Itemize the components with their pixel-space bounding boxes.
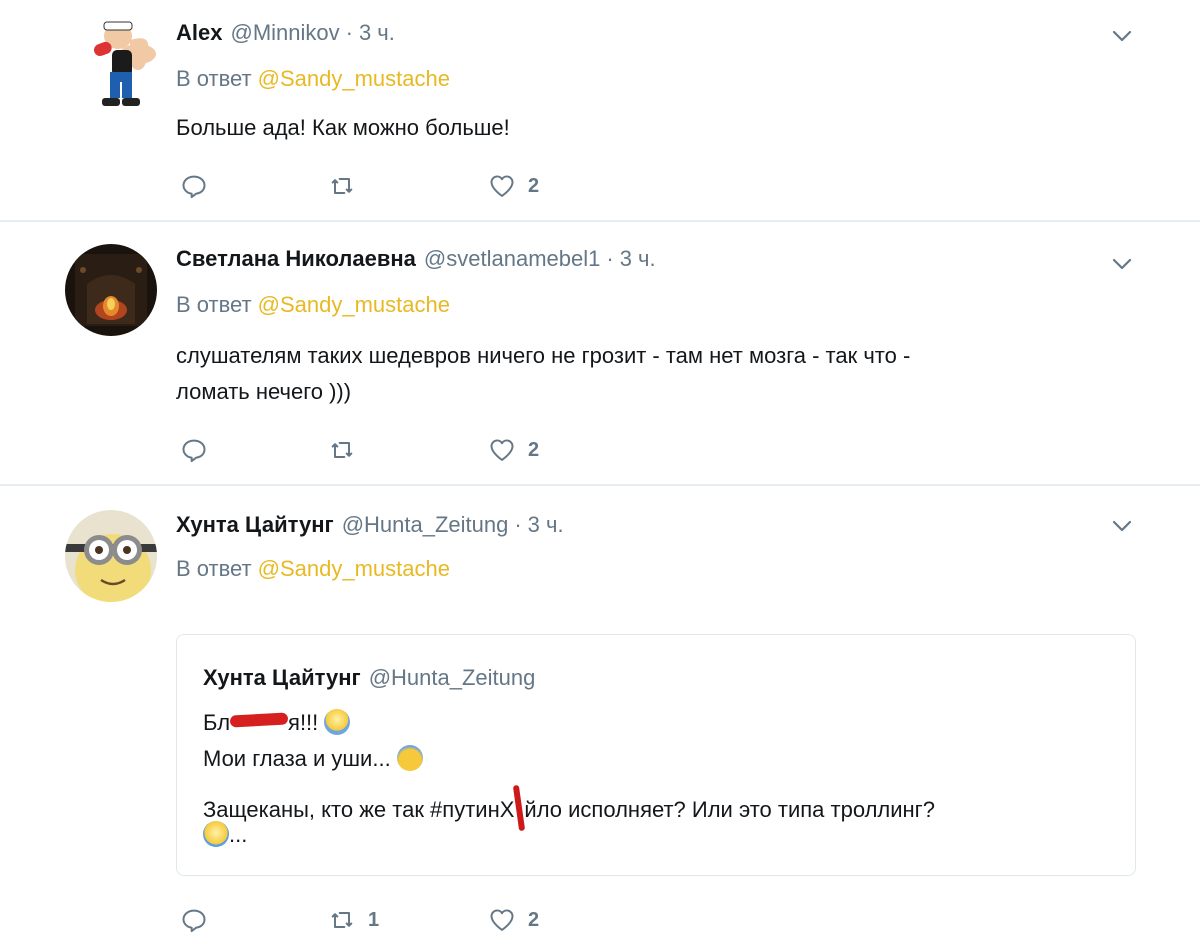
reply-prefix: В ответ [176, 556, 252, 581]
timestamp[interactable]: 3 ч. [359, 20, 395, 46]
retweet-icon [331, 178, 353, 194]
avatar[interactable] [65, 510, 157, 602]
reply-button[interactable] [180, 170, 220, 202]
timestamp[interactable]: 3 ч. [528, 512, 564, 538]
reply-context: В ответ @Sandy_mustache [176, 66, 450, 92]
more-options-button[interactable] [1110, 514, 1134, 538]
like-count: 2 [528, 438, 540, 461]
separator-dot: · [514, 512, 522, 537]
chevron-down-icon [1112, 258, 1132, 270]
tweet-header: Хунта Цайтунг @Hunta_Zeitung · 3 ч. [176, 512, 564, 542]
retweet-button[interactable] [328, 434, 368, 466]
heart-icon [490, 175, 514, 197]
retweet-button[interactable] [328, 170, 368, 202]
separator-dot: · [606, 246, 614, 271]
author-name[interactable]: Alex [176, 20, 222, 46]
reply-mention-link[interactable]: @Sandy_mustache [258, 292, 450, 317]
tweet-alex[interactable]: Alex @Minnikov · 3 ч. В ответ @Sandy_must… [0, 0, 1200, 220]
avatar[interactable] [90, 14, 180, 110]
reply-mention-link[interactable]: @Sandy_mustache [258, 556, 450, 581]
like-button[interactable]: 2 [488, 434, 539, 466]
timestamp[interactable]: 3 ч. [620, 246, 656, 272]
anxious-face-emoji-icon [396, 745, 423, 771]
tweet-header: Alex @Minnikov · 3 ч. [176, 20, 395, 50]
author-handle[interactable]: @svetlanamebel1 [424, 246, 600, 272]
like-button[interactable]: 2 [488, 904, 539, 936]
quoted-text-line-3: Защеканы, кто же так #путинХ йло исполняе… [203, 784, 935, 832]
quoted-text-fragment: ... [229, 822, 248, 847]
heart-icon [490, 439, 514, 461]
tweet-text-line: Больше ада! Как можно больше! [176, 115, 510, 140]
author-name[interactable]: Светлана Николаевна [176, 246, 416, 272]
quoted-text-fragment: Бл [203, 710, 231, 735]
author-name[interactable]: Хунта Цайтунг [176, 512, 334, 538]
tweet-text: Больше ада! Как можно больше! [176, 110, 1096, 146]
like-count: 2 [528, 174, 540, 197]
retweet-count: 1 [368, 908, 380, 931]
reply-context: В ответ @Sandy_mustache [176, 556, 450, 582]
reply-prefix: В ответ [176, 292, 252, 317]
author-handle[interactable]: @Minnikov [230, 20, 339, 46]
author-handle[interactable]: @Hunta_Zeitung [342, 512, 509, 538]
redaction-mark [229, 712, 289, 728]
tweet-text-line: ломать нечего ))) [176, 379, 352, 404]
reply-mention-link[interactable]: @Sandy_mustache [258, 66, 450, 91]
more-options-button[interactable] [1110, 24, 1134, 48]
retweet-button[interactable]: 1 [328, 904, 379, 936]
quoted-text-fragment: йло исполняет? Или это типа троллинг? [524, 797, 935, 822]
quoted-tweet-card[interactable]: Хунта Цайтунг @Hunta_Zeitung Бл я!!! Мои … [176, 634, 1136, 876]
reply-button[interactable] [180, 904, 220, 936]
reply-context: В ответ @Sandy_mustache [176, 292, 450, 318]
quoted-text-fragment: я!!! [288, 710, 319, 735]
popeye-avatar-icon [93, 21, 156, 106]
avatar[interactable] [65, 244, 157, 336]
quoted-text-line-1: Бл я!!! [203, 709, 351, 736]
chevron-down-icon [1112, 520, 1132, 532]
reply-icon [182, 175, 206, 199]
reply-icon [182, 909, 206, 933]
tweet-header: Светлана Николаевна @svetlanamebel1 · 3 … [176, 246, 656, 276]
quoted-author-handle: @Hunta_Zeitung [368, 665, 536, 690]
chevron-down-icon [1112, 30, 1132, 42]
reply-icon [182, 439, 206, 463]
quoted-tweet-header: Хунта Цайтунг @Hunta_Zeitung [203, 665, 535, 691]
like-count: 2 [528, 908, 540, 931]
quoted-author-name: Хунта Цайтунг [203, 665, 361, 690]
tweet-text: слушателям таких шедевров ничего не гроз… [176, 338, 1096, 410]
quoted-text-fragment: Мои глаза и уши... [203, 746, 391, 771]
screaming-face-emoji-icon [324, 709, 351, 735]
reply-button[interactable] [180, 434, 220, 466]
fireplace-avatar-icon [65, 244, 157, 336]
reply-prefix: В ответ [176, 66, 252, 91]
tears-of-joy-emoji-icon [203, 821, 229, 847]
tweet-text-line: слушателям таких шедевров ничего не гроз… [176, 343, 911, 368]
heart-icon [490, 909, 514, 931]
quoted-text-fragment: Защеканы, кто же так #путинХ [203, 797, 515, 822]
quoted-text-line-2: Мои глаза и уши... [203, 745, 423, 772]
like-button[interactable]: 2 [488, 170, 539, 202]
quoted-text-line-4: ... [203, 821, 247, 848]
minion-avatar-icon [65, 510, 157, 602]
tweet-svetlana[interactable]: Светлана Николаевна @svetlanamebel1 · 3 … [0, 222, 1200, 484]
retweet-icon [331, 912, 353, 928]
separator-dot: · [345, 20, 353, 45]
retweet-icon [331, 442, 353, 458]
more-options-button[interactable] [1110, 252, 1134, 276]
